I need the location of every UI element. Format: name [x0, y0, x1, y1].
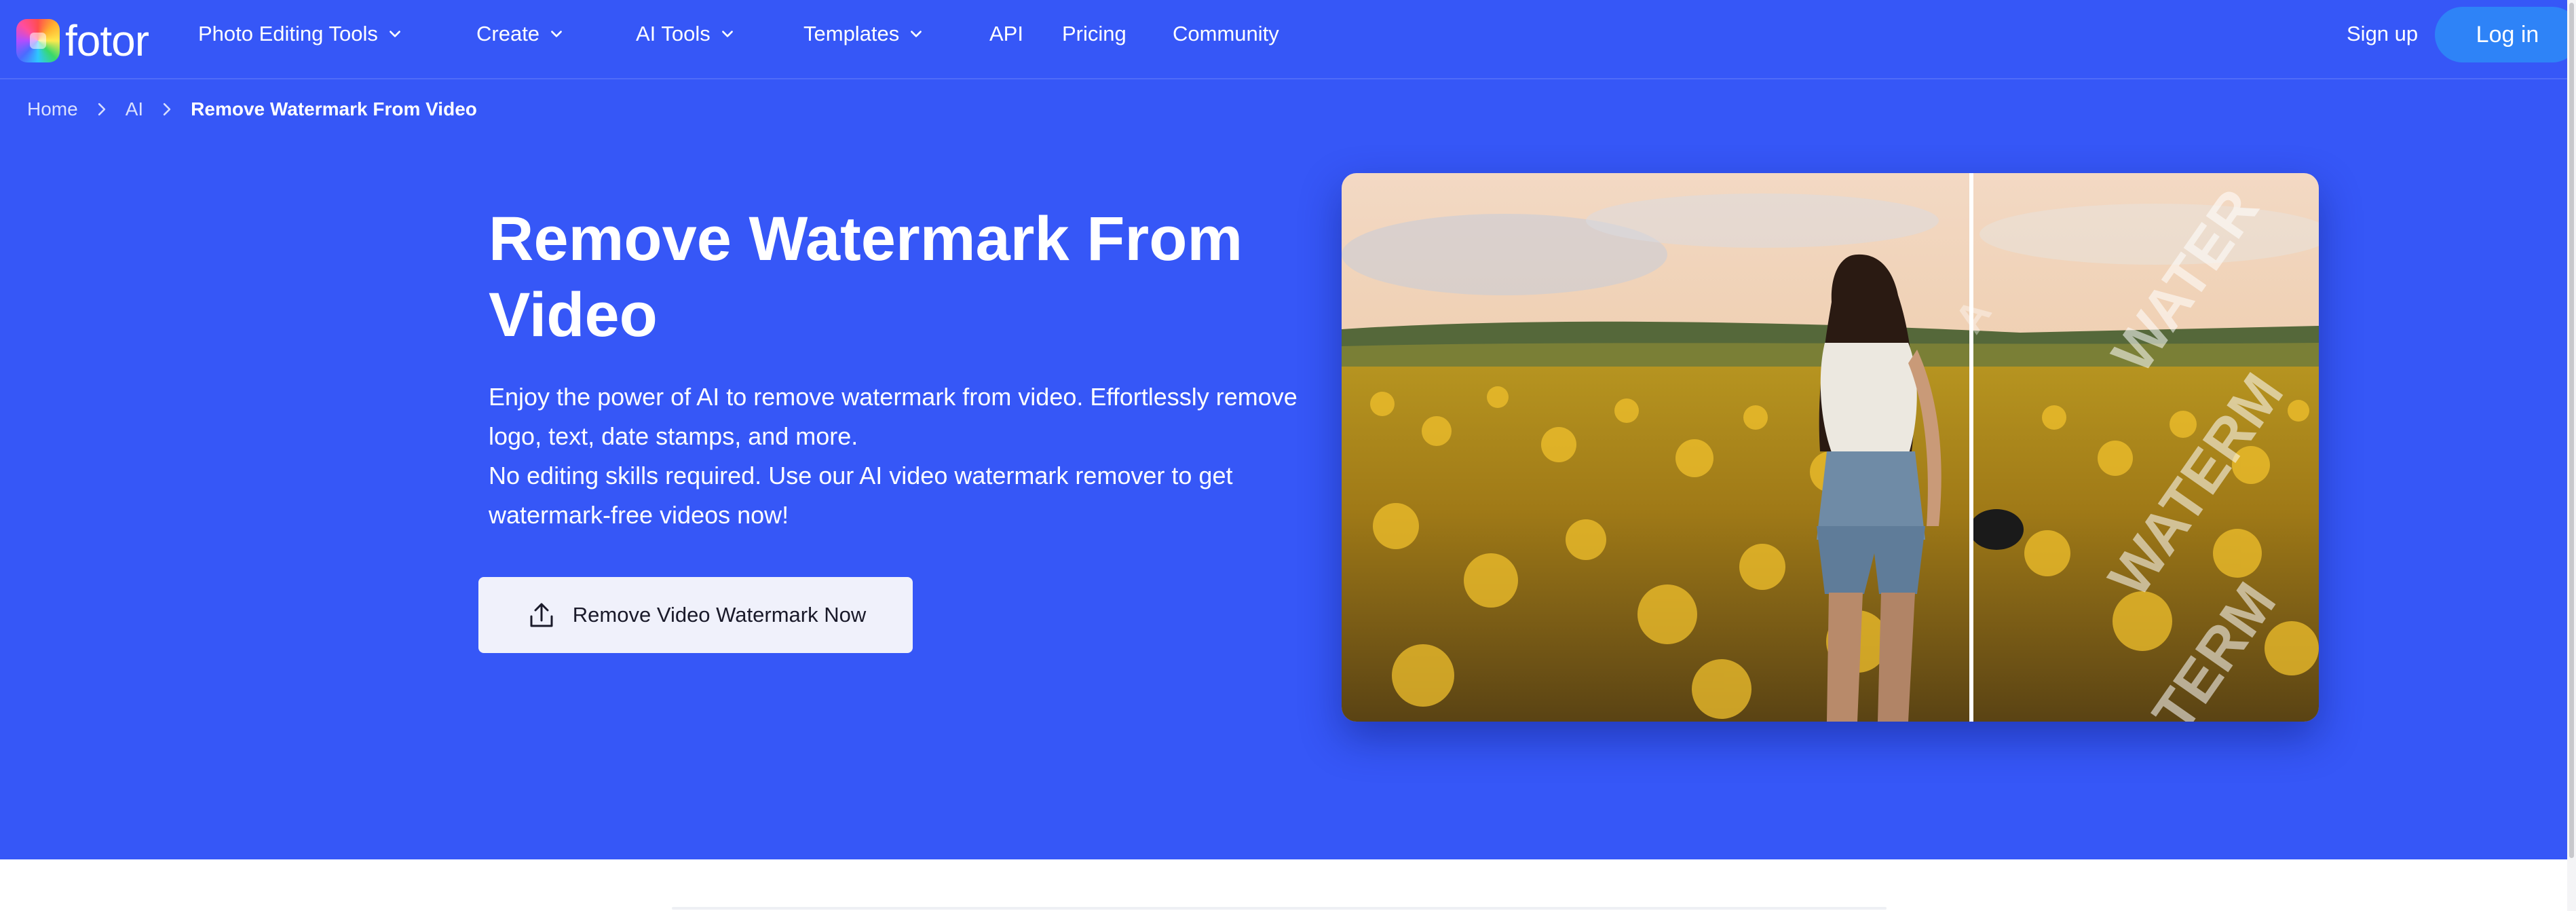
- breadcrumb-ai[interactable]: AI: [126, 98, 143, 120]
- upload-icon: [525, 599, 558, 631]
- nav-item-label: Photo Editing Tools: [198, 22, 378, 45]
- before-after-photo: WATER WATERM TERM A: [1342, 173, 2319, 722]
- chevron-right-icon: [158, 100, 176, 118]
- nav-item-ai-tools[interactable]: AI Tools: [636, 0, 735, 68]
- comparison-slider-handle[interactable]: [1969, 173, 1973, 722]
- chevron-down-icon: [387, 26, 402, 41]
- hero-description-line-2: No editing skills required. Use our AI v…: [489, 462, 1233, 529]
- before-after-image[interactable]: WATER WATERM TERM A: [1342, 173, 2319, 722]
- nav-item-label: Templates: [803, 22, 900, 45]
- nav-item-create[interactable]: Create: [476, 0, 564, 68]
- section-divider: [672, 907, 1887, 910]
- chevron-down-icon: [549, 26, 564, 41]
- chevron-right-icon: [93, 100, 111, 118]
- breadcrumb: Home AI Remove Watermark From Video: [27, 97, 477, 122]
- nav-item-label: API: [989, 22, 1023, 45]
- hero-description-line-1: Enjoy the power of AI to remove watermar…: [489, 383, 1298, 450]
- chevron-down-icon: [909, 26, 924, 41]
- nav-item-label: Community: [1173, 22, 1279, 45]
- nav-item-label: Pricing: [1062, 22, 1126, 45]
- login-button[interactable]: Log in: [2435, 7, 2576, 62]
- chevron-down-icon: [720, 26, 735, 41]
- nav-item-community[interactable]: Community: [1173, 0, 1279, 68]
- fotor-logo[interactable]: fotor: [16, 14, 149, 68]
- cta-label: Remove Video Watermark Now: [572, 603, 867, 627]
- nav-item-photo-editing-tools[interactable]: Photo Editing Tools: [198, 0, 402, 68]
- signup-link[interactable]: Sign up: [2347, 20, 2418, 48]
- fotor-logo-icon: [16, 19, 60, 62]
- nav-item-label: AI Tools: [636, 22, 711, 45]
- nav-item-templates[interactable]: Templates: [803, 0, 924, 68]
- hero-description: Enjoy the power of AI to remove watermar…: [489, 377, 1303, 535]
- page-title: Remove Watermark From Video: [489, 204, 1243, 350]
- nav-item-label: Create: [476, 22, 540, 45]
- breadcrumb-current: Remove Watermark From Video: [191, 98, 477, 119]
- nav-item-api[interactable]: API: [989, 0, 1023, 68]
- page-scrollbar[interactable]: [2567, 0, 2576, 911]
- scrollbar-thumb[interactable]: [2569, 3, 2574, 858]
- brand-name: fotor: [65, 16, 149, 65]
- nav-item-pricing[interactable]: Pricing: [1062, 0, 1126, 68]
- remove-video-watermark-button[interactable]: Remove Video Watermark Now: [478, 577, 913, 653]
- top-navigation: fotor Photo Editing Tools Create AI Tool…: [0, 0, 2576, 79]
- breadcrumb-home[interactable]: Home: [27, 98, 78, 120]
